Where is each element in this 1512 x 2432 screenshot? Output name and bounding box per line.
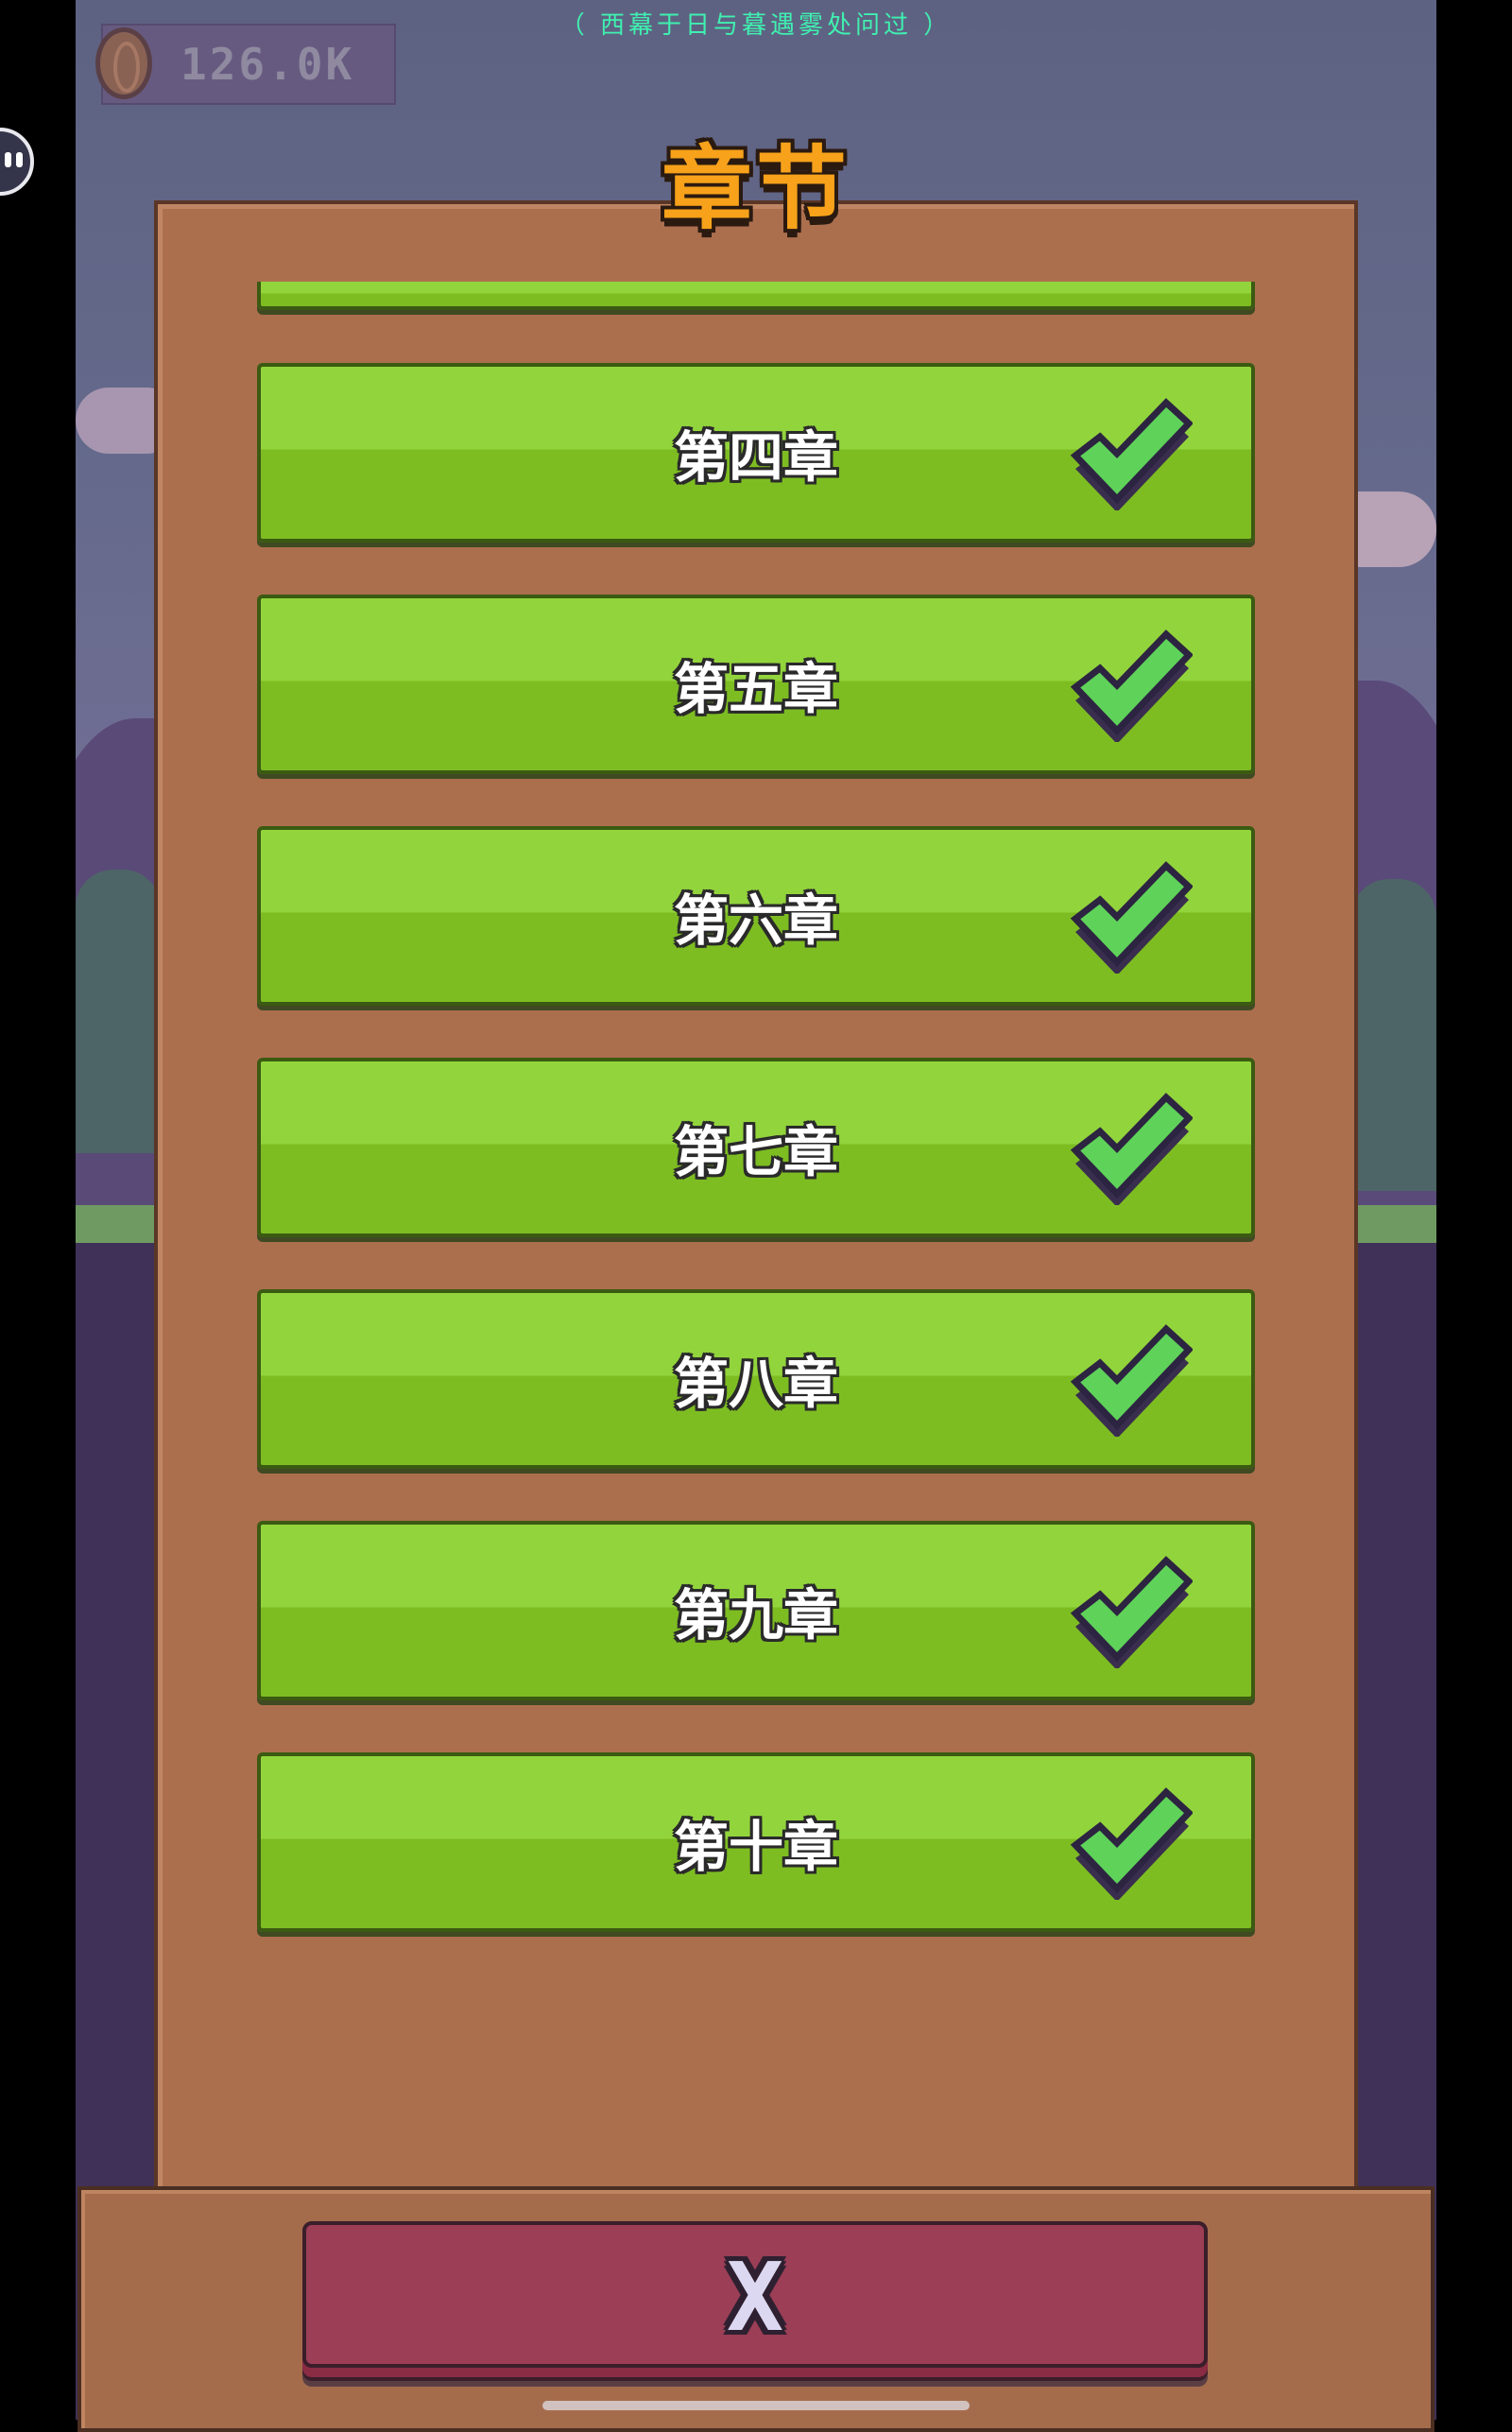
chapter-button[interactable]: 第四章 [257,363,1255,543]
checkmark-icon [1070,1324,1193,1437]
checkmark-icon [1070,630,1193,742]
checkmark-icon [1070,1787,1193,1900]
chapter-button[interactable]: 第六章 [257,826,1255,1006]
checkmark-icon [1070,1556,1193,1668]
close-label: X [726,2242,784,2353]
checkmark-icon [1070,398,1193,510]
chapter-button[interactable]: 第九章 [257,1521,1255,1700]
checkmark-icon [1070,1093,1193,1205]
chapter-button[interactable]: 第七章 [257,1058,1255,1237]
checkmark-icon [1070,861,1193,974]
close-button[interactable]: X [302,2221,1208,2368]
chapter-button[interactable]: 第八章 [257,1289,1255,1469]
home-indicator [542,2401,970,2410]
chapter-button[interactable]: 第十章 [257,1752,1255,1932]
chapter-button[interactable]: 第五章 [257,595,1255,774]
chapter-list[interactable]: 第四章第五章第六章第七章第八章第九章第十章 [0,0,1512,1985]
chapter-button-partial[interactable] [257,282,1255,310]
